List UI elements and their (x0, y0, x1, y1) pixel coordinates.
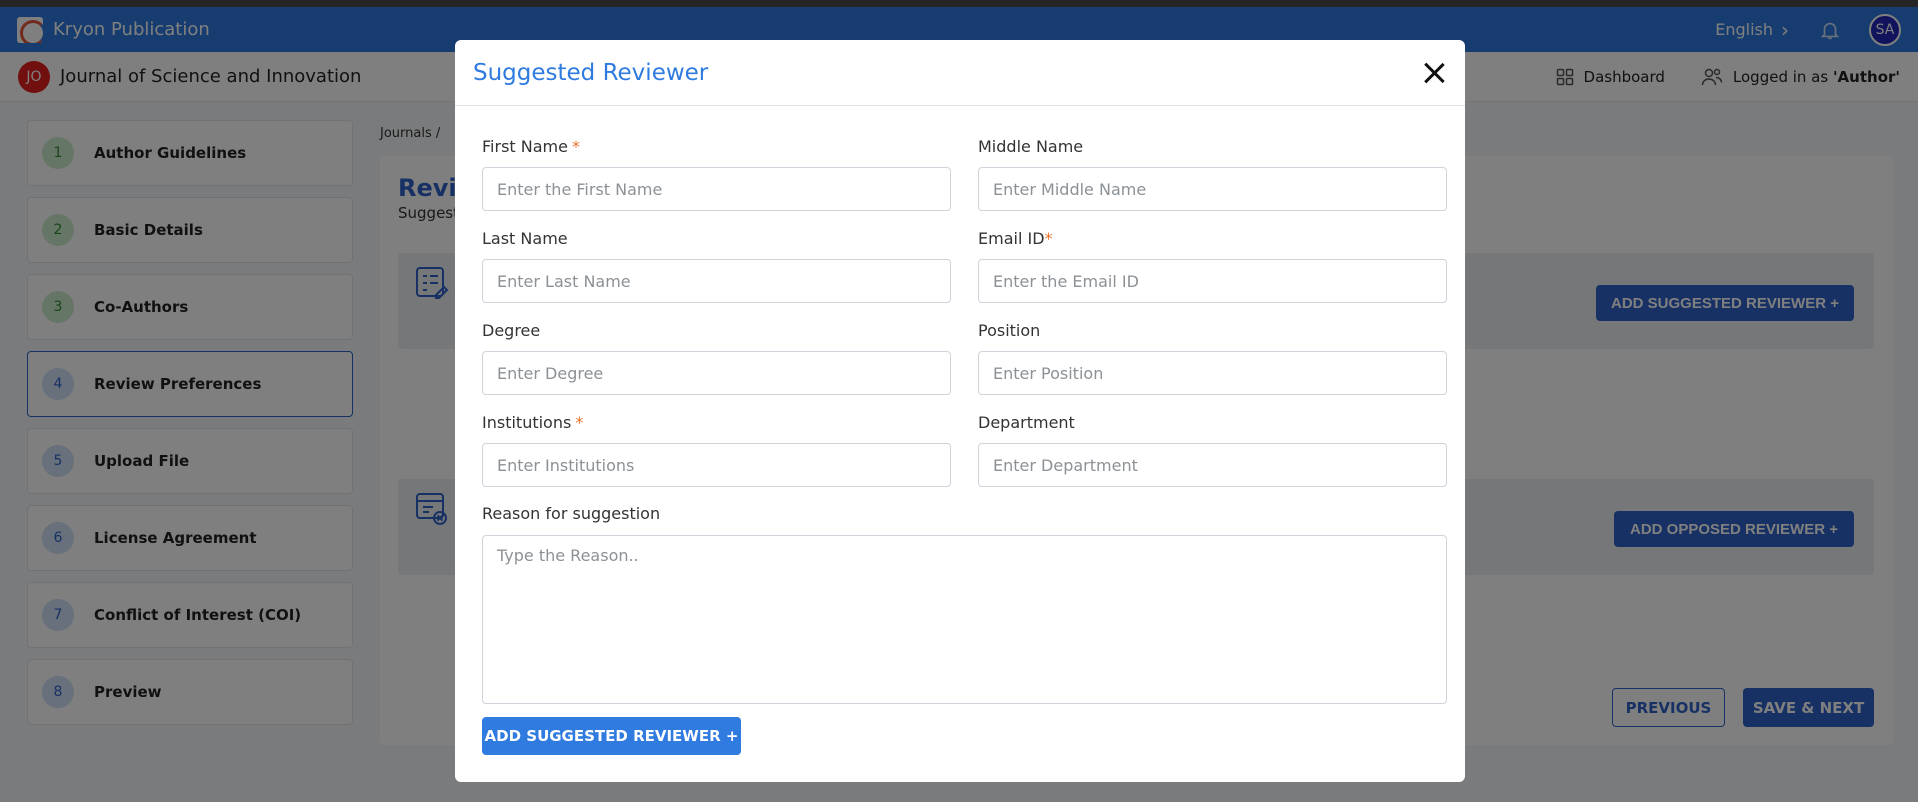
modal-title: Suggested Reviewer (473, 59, 709, 86)
last-name-label: Last Name (482, 229, 568, 248)
middle-name-input[interactable] (978, 167, 1447, 211)
add-suggested-reviewer-submit-button[interactable]: ADD SUGGESTED REVIEWER + (482, 717, 741, 755)
institutions-label: Institutions * (482, 413, 583, 432)
modal-header: Suggested Reviewer (455, 40, 1465, 106)
degree-input[interactable] (482, 351, 951, 395)
last-name-input[interactable] (482, 259, 951, 303)
department-label: Department (978, 413, 1075, 432)
suggested-reviewer-modal: Suggested Reviewer First Name* Middle Na… (455, 40, 1465, 782)
first-name-label: First Name * (482, 137, 580, 156)
first-name-input[interactable] (482, 167, 951, 211)
close-icon[interactable] (1421, 60, 1447, 86)
institutions-input[interactable] (482, 443, 951, 487)
required-marker: * (1044, 229, 1053, 248)
email-input[interactable] (978, 259, 1447, 303)
reason-label: Reason for suggestion (482, 504, 661, 523)
institutions-label-text: Institutions (482, 413, 572, 432)
position-input[interactable] (978, 351, 1447, 395)
required-marker: * (575, 413, 584, 432)
email-label-text: Email ID (978, 229, 1045, 248)
reason-textarea[interactable] (482, 535, 1447, 704)
email-label: Email ID* (978, 229, 1053, 248)
department-input[interactable] (978, 443, 1447, 487)
middle-name-label: Middle Name (978, 137, 1084, 156)
first-name-label-text: First Name (482, 137, 568, 156)
degree-label: Degree (482, 321, 541, 340)
position-label: Position (978, 321, 1041, 340)
required-marker: * (571, 137, 580, 156)
